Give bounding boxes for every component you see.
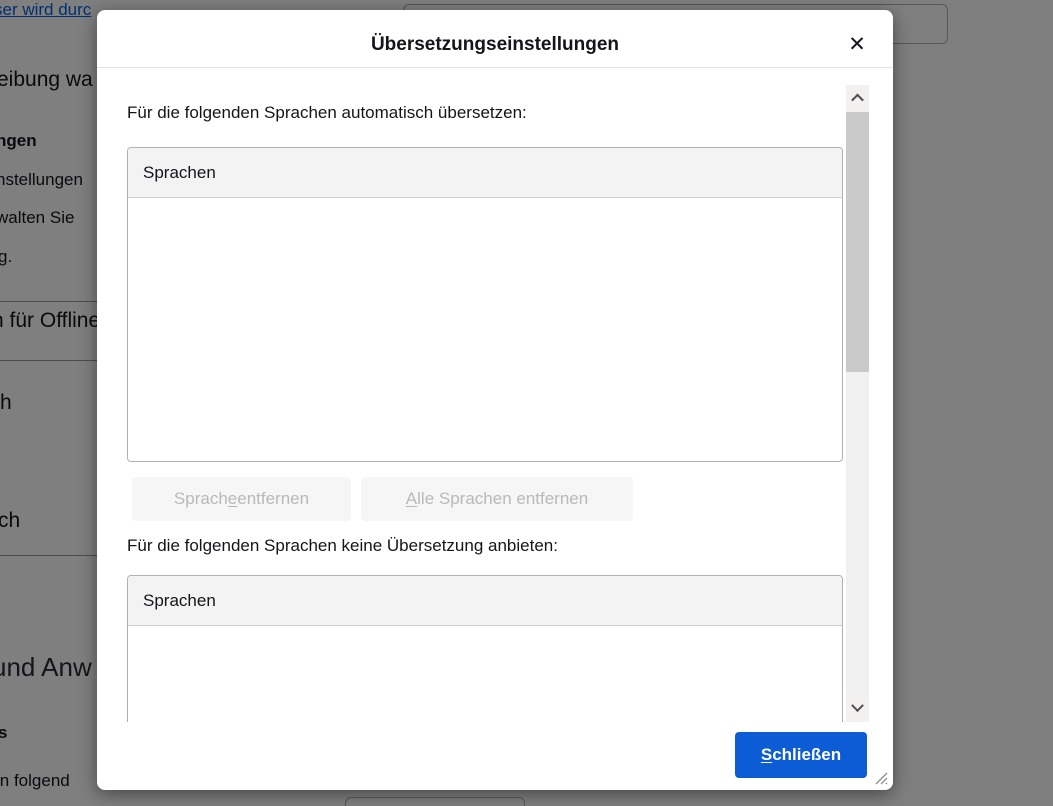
chevron-up-icon [851, 94, 864, 107]
button-access-key: A [406, 489, 417, 509]
button-access-key: e [228, 489, 237, 509]
header-divider [97, 67, 893, 68]
auto-translate-label: Für die folgenden Sprachen automatisch ü… [127, 103, 527, 123]
dialog-title: Übersetzungseinstellungen [97, 34, 893, 56]
chevron-down-icon [851, 699, 864, 712]
languages-column-header: Sprachen [128, 576, 842, 626]
languages-column-header: Sprachen [128, 148, 842, 198]
scrollbar-track[interactable] [846, 85, 869, 722]
close-icon[interactable]: ✕ [839, 26, 875, 62]
close-dialog-button[interactable]: Schließen [735, 732, 867, 778]
translation-settings-dialog: Übersetzungseinstellungen ✕ Für die folg… [97, 10, 893, 790]
scrollbar-thumb[interactable] [846, 112, 869, 372]
button-access-key: S [761, 745, 772, 765]
screen: ser wird durc reibung wa ngen nstellunge… [0, 0, 1053, 806]
scrollbar-up-button[interactable] [846, 85, 869, 112]
resize-grip-icon [872, 769, 888, 785]
never-translate-list[interactable]: Sprachen [127, 575, 843, 722]
button-label-part: lle Sprachen entfernen [417, 489, 588, 509]
never-translate-label: Für die folgenden Sprachen keine Überset… [127, 536, 558, 556]
button-label-part: entfernen [237, 489, 309, 509]
dialog-scroll-area: Für die folgenden Sprachen automatisch ü… [97, 85, 846, 722]
remove-language-button[interactable]: Sprache entfernen [132, 477, 351, 521]
button-label-part: chließen [772, 745, 841, 765]
resize-grip[interactable] [872, 769, 888, 785]
remove-all-languages-button[interactable]: Alle Sprachen entfernen [361, 477, 633, 521]
always-translate-list[interactable]: Sprachen [127, 147, 843, 462]
scrollbar-down-button[interactable] [846, 695, 869, 722]
button-label-part: Sprach [174, 489, 228, 509]
